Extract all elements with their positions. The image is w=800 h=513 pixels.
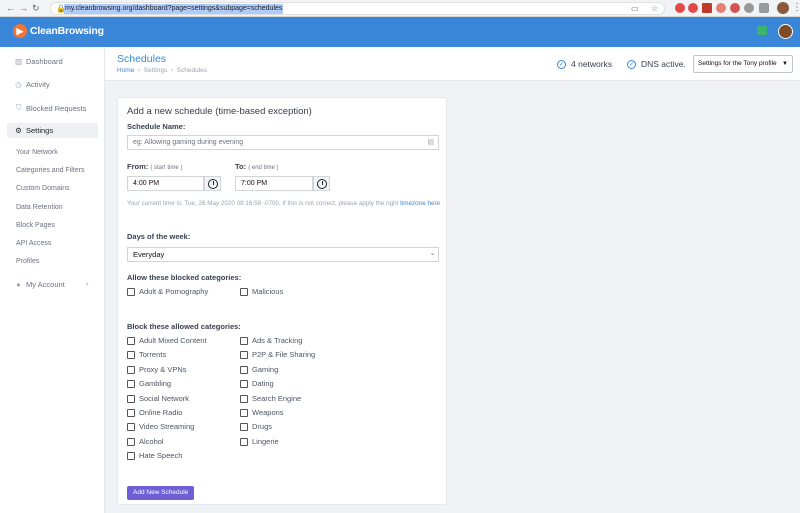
browser-toolbar: ← → ↻ 🔒 my.cleanbrowsing.org/dashboard?p…: [0, 0, 800, 17]
timezone-link[interactable]: timezone here: [400, 200, 440, 207]
page-title: Schedules: [117, 53, 167, 65]
checkbox-dating[interactable]: Dating: [240, 379, 274, 388]
cast-icon[interactable]: ▭: [631, 4, 639, 13]
profile-select[interactable]: Settings for the Tony profile ▼: [693, 55, 793, 73]
checkbox-ads-tracking[interactable]: Ads & Tracking: [240, 336, 302, 345]
checkbox-lingerie[interactable]: Lingerie: [240, 437, 279, 446]
schedule-name-label: Schedule Name:: [127, 122, 186, 131]
block-categories-label: Block these allowed categories:: [127, 322, 241, 331]
breadcrumb-schedules: Schedules: [176, 67, 208, 74]
sidebar-sub-categories[interactable]: Categories and Filters: [16, 167, 84, 174]
checkbox-weapons[interactable]: Weapons: [240, 408, 284, 417]
checkbox-drugs[interactable]: Drugs: [240, 422, 272, 431]
breadcrumb: Home › Settings › Schedules: [117, 67, 208, 74]
sidebar-sub-your-network[interactable]: Your Network: [16, 149, 58, 156]
caret-down-icon: ▼: [782, 61, 788, 67]
dns-status: ✓ DNS active.: [627, 59, 686, 69]
sidebar-sub-block-pages[interactable]: Block Pages: [16, 222, 55, 229]
clock-icon: [317, 179, 327, 189]
chart-icon: ▥: [14, 57, 23, 66]
clock-icon: [208, 179, 218, 189]
days-label: Days of the week:: [127, 232, 191, 241]
checkbox-hate-speech[interactable]: Hate Speech: [127, 451, 182, 460]
from-label: From: ( start time ): [127, 162, 183, 171]
sidebar-item-activity[interactable]: ◷ Activity: [14, 80, 50, 89]
extension-icon[interactable]: [759, 3, 769, 13]
reload-icon[interactable]: ↻: [32, 3, 40, 14]
extension-icon[interactable]: [688, 3, 698, 13]
activity-icon: ◷: [15, 80, 22, 89]
browser-profile-avatar[interactable]: [777, 2, 789, 14]
networks-status: ✓ 4 networks: [557, 59, 613, 69]
address-bar[interactable]: 🔒 my.cleanbrowsing.org/dashboard?page=se…: [50, 2, 665, 15]
to-label: To: ( end time ): [235, 162, 279, 171]
star-icon[interactable]: ☆: [651, 4, 658, 13]
from-time-input[interactable]: 4:00 PM: [127, 176, 204, 191]
from-time-picker-button[interactable]: [204, 176, 221, 191]
sidebar-sub-profiles[interactable]: Profiles: [16, 258, 39, 265]
checkbox-torrents[interactable]: Torrents: [127, 350, 166, 359]
extension-icon[interactable]: [702, 3, 712, 13]
back-icon[interactable]: ←: [6, 3, 15, 14]
shield-icon: ⛉: [15, 103, 22, 112]
check-circle-icon: ✓: [557, 59, 566, 69]
checkbox-adult-mixed-content[interactable]: Adult Mixed Content: [127, 336, 207, 345]
notification-flag-icon[interactable]: [757, 26, 767, 35]
checkbox-adult-pornography[interactable]: Adult & Pornography: [127, 287, 208, 296]
card-icon: ▤: [427, 139, 434, 146]
checkbox-gaming[interactable]: Gaming: [240, 365, 278, 374]
schedule-name-input[interactable]: eg: Allowing gaming during evening ▤: [127, 135, 439, 150]
user-avatar[interactable]: [778, 24, 793, 39]
checkbox-p2p-file-sharing[interactable]: P2P & File Sharing: [240, 350, 315, 359]
checkbox-proxy-vpns[interactable]: Proxy & VPNs: [127, 365, 187, 374]
extension-icon[interactable]: [716, 3, 726, 13]
sidebar-item-blocked-requests[interactable]: ⛉ Blocked Requests: [14, 103, 87, 113]
page-header: Schedules Home › Settings › Schedules ✓ 4…: [105, 47, 800, 81]
checkbox-search-engine[interactable]: Search Engine: [240, 394, 301, 403]
sidebar-sub-custom-domains[interactable]: Custom Domains: [16, 185, 70, 192]
app-header: ▶ CleanBrowsing: [0, 17, 800, 47]
chevron-down-icon: ⌄: [429, 251, 435, 257]
extension-icon[interactable]: [730, 3, 740, 13]
user-icon: ●: [16, 280, 21, 289]
days-select[interactable]: Everyday ⌄: [127, 247, 439, 262]
checkbox-online-radio[interactable]: Online Radio: [127, 408, 182, 417]
schedule-form-card: Add a new schedule (time-based exception…: [117, 97, 447, 505]
sidebar-sub-api-access[interactable]: API Access: [16, 240, 51, 247]
extension-icon[interactable]: [744, 3, 754, 13]
forward-icon[interactable]: →: [19, 3, 28, 14]
gear-icon: ⚙: [15, 126, 22, 135]
checkbox-social-network[interactable]: Social Network: [127, 394, 189, 403]
sidebar-item-my-account[interactable]: ● My Account: [14, 280, 65, 289]
checkbox-gambling[interactable]: Gambling: [127, 379, 171, 388]
timezone-note: Your current time is: Tue, 26 May 2020 0…: [127, 200, 441, 207]
allow-categories-label: Allow these blocked categories:: [127, 273, 242, 282]
browser-menu-icon[interactable]: ⋮: [792, 2, 800, 13]
checkbox-video-streaming[interactable]: Video Streaming: [127, 422, 194, 431]
sidebar: ▥ Dashboard ◷ Activity ⛉ Blocked Requests ⚙…: [0, 47, 105, 513]
checkbox-alcohol[interactable]: Alcohol: [127, 437, 164, 446]
logo-icon: ▶: [13, 24, 27, 38]
url-text[interactable]: my.cleanbrowsing.org/dashboard?page=sett…: [64, 4, 284, 14]
sidebar-item-dashboard[interactable]: ▥ Dashboard: [14, 57, 63, 66]
sidebar-sub-data-retention[interactable]: Data Retention: [16, 204, 63, 211]
extension-icon[interactable]: [675, 3, 685, 13]
breadcrumb-settings[interactable]: Settings: [144, 67, 168, 74]
checkbox-malicious[interactable]: Malicious: [240, 287, 283, 296]
to-time-picker-button[interactable]: [313, 176, 330, 191]
brand-name: CleanBrowsing: [30, 25, 104, 37]
check-circle-icon: ✓: [627, 59, 636, 69]
form-heading: Add a new schedule (time-based exception…: [127, 106, 312, 117]
sidebar-item-settings[interactable]: ⚙ Settings: [14, 126, 53, 135]
to-time-input[interactable]: 7:00 PM: [235, 176, 313, 191]
brand[interactable]: ▶ CleanBrowsing: [13, 24, 104, 38]
chevron-left-icon[interactable]: ‹: [86, 279, 89, 288]
breadcrumb-home[interactable]: Home: [117, 67, 134, 74]
add-new-schedule-button[interactable]: Add New Schedule: [127, 486, 195, 500]
